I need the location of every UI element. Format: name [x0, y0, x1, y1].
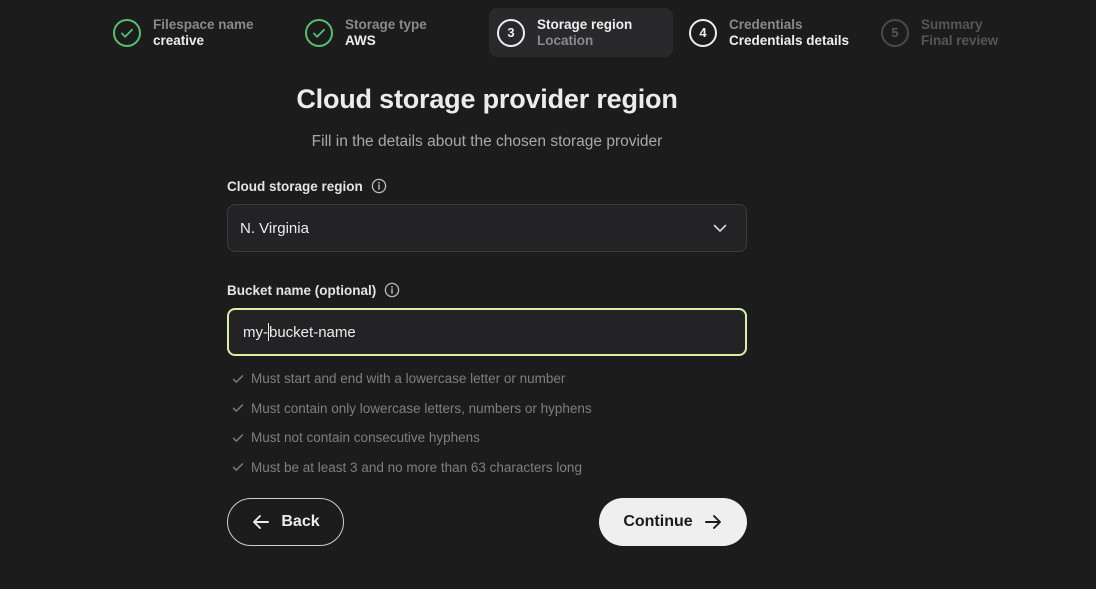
step-complete-badge [113, 18, 141, 47]
continue-button[interactable]: Continue [599, 498, 747, 546]
step-credentials[interactable]: 4 Credentials Credentials details [689, 8, 849, 57]
step-value: Credentials details [729, 32, 850, 48]
info-icon[interactable] [384, 282, 400, 298]
continue-button-label: Continue [623, 513, 693, 530]
validation-rule: Must be at least 3 and no more than 63 c… [231, 453, 751, 483]
validation-rule-text: Must contain only lowercase letters, num… [251, 400, 592, 416]
step-complete-badge [305, 18, 333, 47]
validation-rule-text: Must be at least 3 and no more than 63 c… [251, 459, 582, 475]
region-select[interactable]: N. Virginia [227, 204, 747, 252]
step-title: Storage region [537, 16, 633, 32]
validation-rule: Must not contain consecutive hyphens [231, 423, 751, 453]
validation-rule: Must contain only lowercase letters, num… [231, 394, 751, 424]
step-value: creative [153, 32, 205, 48]
region-selected-value: N. Virginia [240, 219, 309, 237]
step-summary: 5 Summary Final review [881, 8, 998, 57]
check-icon [121, 28, 133, 38]
step-title: Summary [921, 16, 983, 32]
bucket-validation-rules: Must start and end with a lowercase lett… [231, 364, 751, 482]
bucket-value-before-caret: my- [243, 323, 268, 341]
info-icon[interactable] [371, 178, 387, 194]
check-icon [231, 401, 245, 415]
step-number-badge: 3 [497, 18, 525, 47]
validation-rule-text: Must not contain consecutive hyphens [251, 430, 480, 446]
check-icon [231, 431, 245, 445]
back-button-label: Back [281, 513, 320, 530]
validation-rule: Must start and end with a lowercase lett… [231, 364, 751, 394]
arrow-right-icon [703, 512, 723, 532]
check-icon [231, 372, 245, 386]
check-icon [313, 28, 325, 38]
step-filespace-name[interactable]: Filespace name creative [113, 8, 254, 57]
validation-rule-text: Must start and end with a lowercase lett… [251, 371, 566, 387]
step-title: Storage type [345, 16, 427, 32]
step-title: Filespace name [153, 16, 254, 32]
region-label-row: Cloud storage region [227, 178, 387, 194]
step-storage-type[interactable]: Storage type AWS [305, 8, 427, 57]
page-title: Cloud storage provider region [296, 84, 678, 114]
step-storage-region[interactable]: 3 Storage region Location [489, 8, 673, 57]
step-value: AWS [345, 32, 376, 48]
bucket-label: Bucket name (optional) [227, 282, 377, 298]
step-value: Location [537, 32, 594, 48]
step-number-badge: 4 [689, 18, 717, 47]
page-subtitle: Fill in the details about the chosen sto… [311, 133, 663, 150]
bucket-label-row: Bucket name (optional) [227, 282, 400, 298]
step-value: Final review [921, 32, 999, 48]
back-button[interactable]: Back [227, 498, 344, 546]
bucket-name-input[interactable]: my-bucket-name [227, 308, 747, 356]
check-icon [231, 460, 245, 474]
stepper: Filespace name creative Storage type AWS… [0, 8, 1096, 58]
step-title: Credentials [729, 16, 803, 32]
chevron-down-icon [712, 220, 728, 236]
arrow-left-icon [251, 512, 271, 532]
step-number-badge: 5 [881, 18, 909, 47]
bucket-value-after-caret: bucket-name [269, 323, 356, 341]
region-label: Cloud storage region [227, 178, 363, 194]
